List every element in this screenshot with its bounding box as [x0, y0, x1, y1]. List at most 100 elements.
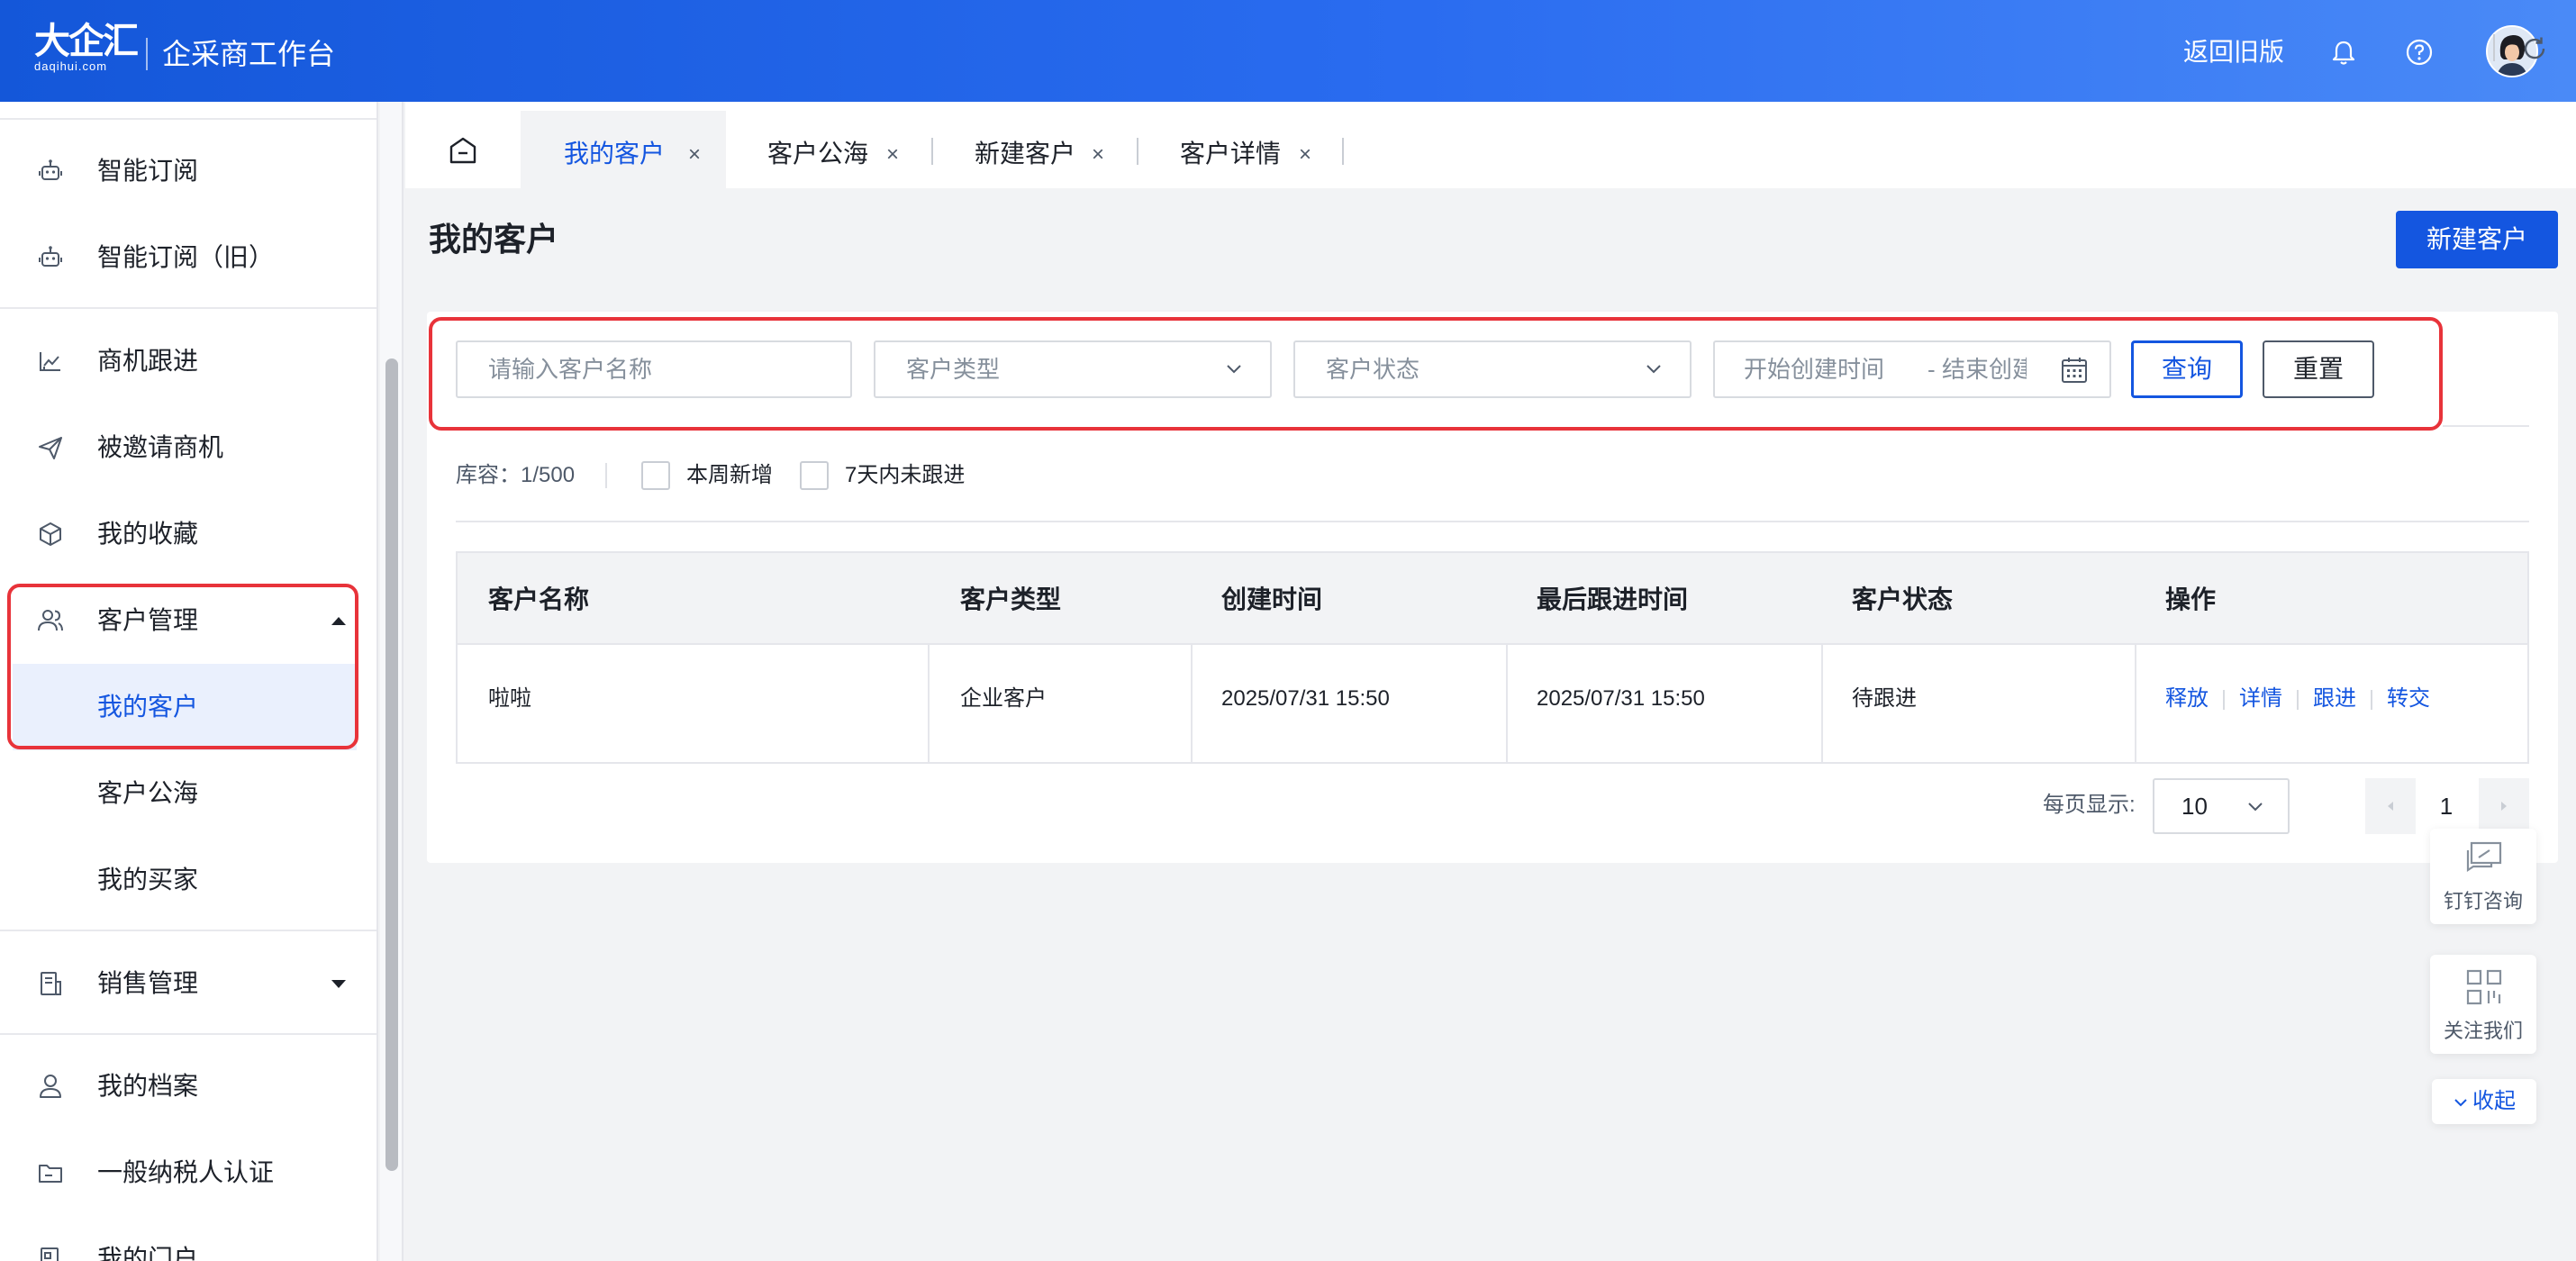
per-page-label: 每页显示: [2043, 793, 2136, 817]
follow-us-widget[interactable]: 关注我们 [2430, 955, 2536, 1054]
box-icon [40, 522, 61, 546]
portal-icon [41, 1247, 59, 1261]
collapse-button[interactable]: 收起 [2432, 1079, 2536, 1124]
sidebar-item-my-portal[interactable]: 我的门户 [0, 1216, 376, 1261]
sidebar-item-my-buyers[interactable]: 我的买家 [0, 837, 376, 923]
app-title: 企采商工作台 [162, 38, 336, 70]
column-header: 操作 [2165, 585, 2217, 613]
collapse-label: 收起 [2472, 1089, 2516, 1113]
query-button[interactable]: 查询 [2131, 340, 2243, 398]
tab-my-customers[interactable]: 我的客户 × [521, 111, 726, 188]
bell-icon[interactable] [2326, 34, 2362, 70]
tab-new-customer[interactable]: 新建客户 × [933, 111, 1137, 188]
sidebar-divider [0, 307, 376, 309]
sidebar-item-label: 智能订阅（旧） [97, 243, 275, 271]
users-icon [38, 610, 63, 631]
logo[interactable]: 大企汇 daqihui.com [34, 21, 139, 74]
refresh-icon[interactable] [2520, 34, 2549, 63]
sidebar-item-label: 智能订阅 [97, 157, 199, 185]
folder-icon [39, 1165, 62, 1183]
column-divider [928, 645, 930, 762]
tab-close-icon[interactable]: × [886, 139, 899, 171]
sidebar: 智能订阅 智能订阅（旧） 商机跟进 被邀请商机 我的收藏 客户管理 我的客户 客… [0, 102, 378, 1261]
column-header: 创建时间 [1221, 585, 1323, 613]
caret-left-icon [2388, 802, 2393, 811]
logo-divider [146, 38, 148, 70]
sidebar-item-customer-pool[interactable]: 客户公海 [0, 750, 376, 837]
dingtalk-consult-widget[interactable]: 钉钉咨询 [2430, 829, 2536, 924]
week-new-label[interactable]: 本周新增 [686, 458, 773, 494]
column-divider [1821, 645, 1823, 762]
follow-link[interactable]: 跟进 [2313, 683, 2356, 715]
transfer-link[interactable]: 转交 [2387, 683, 2430, 715]
end-date-input[interactable]: 结束创建时 [1926, 342, 2027, 396]
customer-type-select[interactable]: 客户类型 [874, 340, 1272, 398]
customer-status-select[interactable]: 客户状态 [1293, 340, 1692, 398]
sidebar-item-label: 一般纳税人认证 [97, 1158, 275, 1186]
per-page-value: 10 [2181, 793, 2208, 820]
dingtalk-consult-label: 钉钉咨询 [2443, 890, 2523, 912]
sidebar-item-customer-management[interactable]: 客户管理 [0, 577, 376, 664]
cell-customer-name: 啦啦 [488, 686, 531, 711]
next-page-button[interactable] [2479, 778, 2529, 834]
date-range-picker[interactable]: 开始创建时间 - 结束创建时 [1713, 340, 2111, 398]
logo-text: 大企汇 [34, 21, 139, 62]
chart-icon [40, 352, 60, 371]
detail-link[interactable]: 详情 [2239, 683, 2282, 715]
qrcode-icon [2466, 969, 2502, 1005]
tab-close-icon[interactable]: × [688, 139, 701, 171]
sidebar-item-my-profile[interactable]: 我的档案 [0, 1043, 376, 1129]
column-header: 客户状态 [1852, 585, 1954, 613]
help-icon[interactable] [2401, 34, 2437, 70]
sidebar-item-my-customers[interactable]: 我的客户 [13, 664, 357, 750]
action-divider [2297, 690, 2299, 710]
new-customer-button[interactable]: 新建客户 [2396, 211, 2558, 268]
sidebar-divider [0, 1033, 376, 1035]
sidebar-scrollbar-thumb[interactable] [385, 358, 398, 1171]
sidebar-item-opportunity-follow[interactable]: 商机跟进 [0, 318, 376, 404]
start-date-input[interactable]: 开始创建时间 [1744, 356, 1884, 383]
tab-divider [2493, 34, 2495, 61]
table-header: 客户名称 客户类型 创建时间 最后跟进时间 客户状态 操作 [458, 553, 2527, 645]
sidebar-item-smart-subscribe[interactable]: 智能订阅 [0, 128, 376, 214]
robot-icon [39, 246, 62, 267]
not-followed-checkbox[interactable] [800, 461, 829, 490]
select-placeholder: 客户类型 [906, 356, 1001, 383]
chevron-down-icon [2454, 1098, 2467, 1107]
column-header: 客户类型 [960, 585, 1062, 613]
tab-customer-pool[interactable]: 客户公海 × [726, 111, 930, 188]
reset-button[interactable]: 重置 [2263, 340, 2374, 398]
sidebar-item-label: 我的收藏 [97, 520, 199, 548]
sidebar-item-sales-management[interactable]: 销售管理 [0, 940, 376, 1027]
customer-name-input[interactable]: 请输入客户名称 [456, 340, 852, 398]
release-link[interactable]: 释放 [2165, 683, 2209, 715]
old-version-link[interactable]: 返回旧版 [2183, 34, 2284, 70]
prev-page-button[interactable] [2365, 778, 2416, 834]
document-icon [41, 972, 61, 995]
top-header: 大企汇 daqihui.com 企采商工作台 返回旧版 [0, 0, 2576, 102]
sidebar-item-label: 我的门户 [97, 1245, 199, 1261]
sidebar-item-label: 销售管理 [97, 969, 199, 997]
column-header: 客户名称 [488, 585, 590, 613]
column-header: 最后跟进时间 [1537, 585, 1689, 613]
caret-up-icon [331, 617, 346, 625]
per-page-select[interactable]: 10 [2153, 778, 2290, 834]
sidebar-item-smart-subscribe-old[interactable]: 智能订阅（旧） [0, 214, 376, 301]
column-divider [1506, 645, 1508, 762]
cell-last-follow-time: 2025/07/31 15:50 [1537, 686, 1705, 711]
tab-customer-detail[interactable]: 客户详情 × [1138, 111, 1342, 188]
sidebar-divider [0, 118, 376, 120]
week-new-checkbox[interactable] [641, 461, 670, 490]
sidebar-item-taxpayer-certification[interactable]: 一般纳税人认证 [0, 1129, 376, 1216]
not-followed-label[interactable]: 7天内未跟进 [845, 458, 965, 494]
sidebar-item-invited-opportunity[interactable]: 被邀请商机 [0, 404, 376, 491]
home-icon[interactable] [447, 134, 479, 167]
tab-close-icon[interactable]: × [1299, 139, 1311, 171]
tab-close-icon[interactable]: × [1092, 139, 1104, 171]
sidebar-item-label: 我的买家 [97, 866, 199, 894]
tab-label: 客户公海 [767, 140, 869, 168]
sidebar-item-favorites[interactable]: 我的收藏 [0, 491, 376, 577]
chevron-down-icon [1227, 365, 1241, 374]
page-number-current[interactable]: 1 [2421, 778, 2472, 834]
column-divider [1191, 645, 1193, 762]
